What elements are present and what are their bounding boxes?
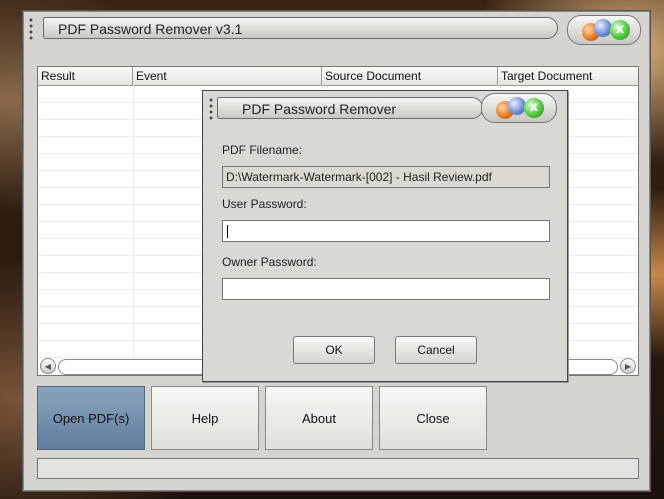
scroll-left-icon[interactable]: ◀ — [40, 358, 56, 374]
column-header-event[interactable]: Event — [133, 67, 322, 85]
window-controls: x — [567, 15, 641, 45]
dialog-grip[interactable] — [206, 97, 214, 121]
close-icon: x — [529, 100, 539, 115]
dialog-window-controls: x — [481, 93, 557, 123]
pdf-filename-field: D:\Watermark-Watermark-[002] - Hasil Rev… — [222, 166, 550, 188]
close-button[interactable]: Close — [379, 386, 487, 450]
pdf-filename-label: PDF Filename: — [222, 143, 303, 157]
owner-password-field[interactable] — [222, 278, 550, 300]
text-caret — [227, 225, 228, 238]
column-header-source-document[interactable]: Source Document — [322, 67, 498, 85]
title-bar[interactable]: PDF Password Remover v3.1 x — [37, 15, 642, 45]
owner-password-input[interactable] — [226, 280, 549, 298]
password-dialog: PDF Password Remover x PDF Filename: D:\… — [202, 90, 568, 382]
user-password-label: User Password: — [222, 197, 307, 211]
column-header-result[interactable]: Result — [38, 67, 133, 85]
ok-button[interactable]: OK — [293, 336, 375, 364]
open-pdfs-button[interactable]: Open PDF(s) — [37, 386, 145, 450]
owner-password-label: Owner Password: — [222, 255, 317, 269]
scroll-right-icon[interactable]: ▶ — [620, 358, 636, 374]
list-header: Result Event Source Document Target Docu… — [38, 67, 638, 86]
window-title: PDF Password Remover v3.1 — [43, 17, 558, 39]
cancel-button[interactable]: Cancel — [395, 336, 477, 364]
about-button[interactable]: About — [265, 386, 373, 450]
user-password-input[interactable] — [226, 222, 549, 240]
window-grip[interactable] — [26, 17, 36, 41]
close-icon: x — [615, 22, 625, 37]
help-button[interactable]: Help — [151, 386, 259, 450]
dialog-close-button[interactable]: x — [524, 98, 544, 118]
column-header-target-document[interactable]: Target Document — [498, 67, 638, 85]
close-window-button[interactable]: x — [610, 20, 630, 40]
user-password-field[interactable] — [222, 220, 550, 242]
status-bar — [37, 458, 639, 479]
dialog-title[interactable]: PDF Password Remover — [217, 97, 483, 119]
